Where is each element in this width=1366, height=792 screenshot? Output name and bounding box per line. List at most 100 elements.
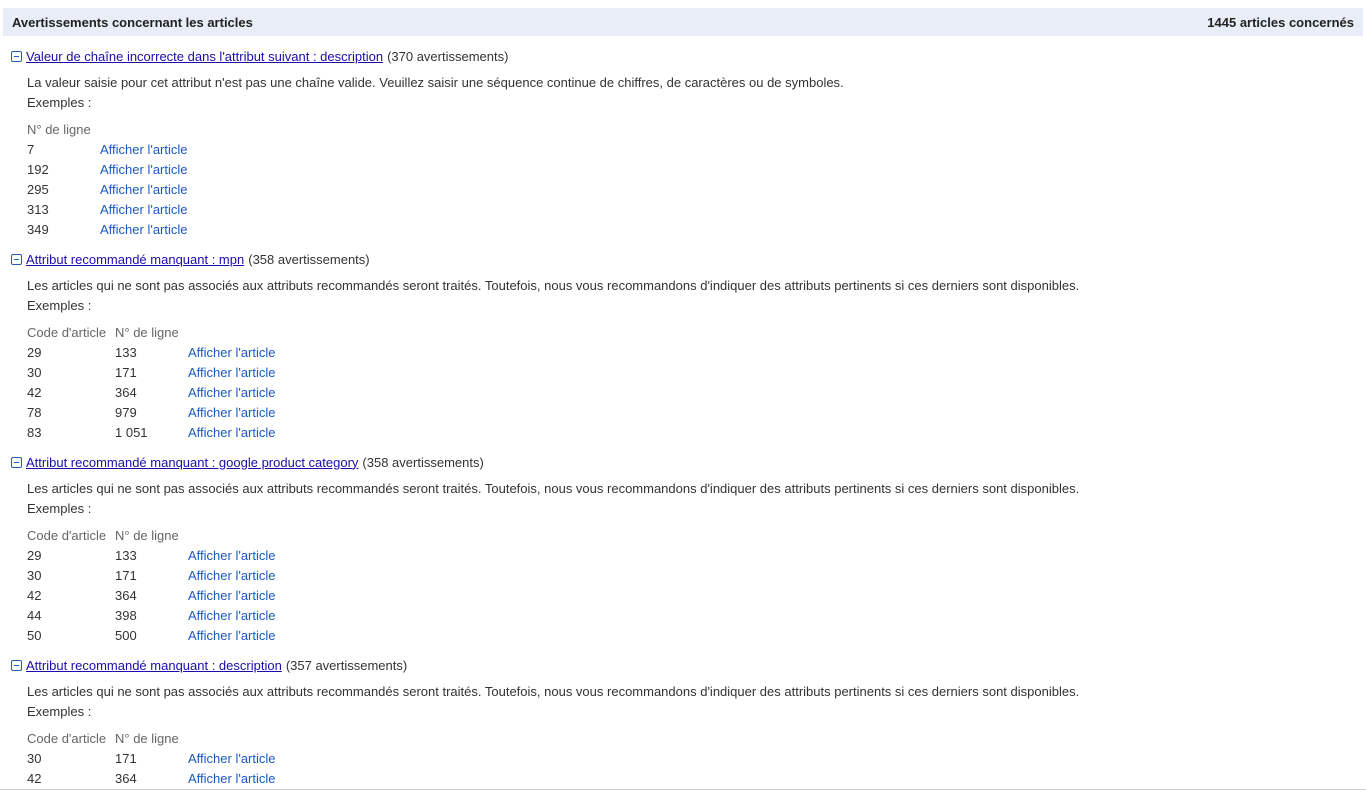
warning-title-link[interactable]: Attribut recommandé manquant : descripti…: [26, 658, 282, 673]
warning-description: Les articles qui ne sont pas associés au…: [27, 684, 1080, 699]
view-item-link[interactable]: Afficher l'article: [188, 345, 276, 360]
warning-description: Les articles qui ne sont pas associés au…: [27, 481, 1080, 496]
examples-label: Exemples :: [27, 501, 92, 516]
examples-label: Exemples :: [27, 298, 92, 313]
line-number: 171: [115, 364, 137, 380]
table-row: 42 364 Afficher l'article: [27, 382, 276, 402]
table-row: 44 398 Afficher l'article: [27, 605, 276, 625]
table-row: 7 Afficher l'article: [27, 139, 188, 159]
table-row: 78 979 Afficher l'article: [27, 402, 276, 422]
table-row: 192 Afficher l'article: [27, 159, 188, 179]
collapse-minus-icon[interactable]: [11, 659, 22, 671]
line-number: 133: [115, 547, 137, 563]
column-header-line-number: N° de ligne: [115, 527, 179, 543]
warning-description: La valeur saisie pour cet attribut n'est…: [27, 75, 844, 90]
view-item-link[interactable]: Afficher l'article: [100, 222, 188, 237]
table-row: 30 171 Afficher l'article: [27, 565, 276, 585]
table-header-row: N° de ligne: [27, 119, 188, 139]
table-row: 29 133 Afficher l'article: [27, 545, 276, 565]
view-item-link[interactable]: Afficher l'article: [100, 182, 188, 197]
examples-table: Code d'article N° de ligne 29 133 Affich…: [27, 525, 276, 645]
table-row: 30 171 Afficher l'article: [27, 362, 276, 382]
column-header-line-number: N° de ligne: [27, 121, 91, 137]
warning-description: Les articles qui ne sont pas associés au…: [27, 278, 1080, 293]
table-header-row: Code d'article N° de ligne: [27, 728, 276, 748]
column-header-item-code: Code d'article: [27, 324, 107, 340]
examples-label: Exemples :: [27, 95, 92, 110]
item-code: 29: [27, 547, 42, 563]
warnings-header: Avertissements concernant les articles 1…: [3, 8, 1363, 36]
table-row: 42 364 Afficher l'article: [27, 585, 276, 605]
item-code: 30: [27, 567, 42, 583]
line-number: 364: [115, 587, 137, 603]
examples-table: Code d'article N° de ligne 29 133 Affich…: [27, 322, 276, 442]
view-item-link[interactable]: Afficher l'article: [100, 162, 188, 177]
examples-label: Exemples :: [27, 704, 92, 719]
warning-section: Valeur de chaîne incorrecte dans l'attri…: [0, 46, 1366, 239]
line-number: 349: [27, 221, 49, 237]
line-number: 133: [115, 344, 137, 360]
view-item-link[interactable]: Afficher l'article: [188, 365, 276, 380]
line-number: 364: [115, 770, 137, 786]
line-number: 171: [115, 567, 137, 583]
bottom-divider: [0, 789, 1366, 790]
line-number: 7: [27, 141, 35, 157]
view-item-link[interactable]: Afficher l'article: [100, 202, 188, 217]
view-item-link[interactable]: Afficher l'article: [100, 142, 188, 157]
table-row: 42 364 Afficher l'article: [27, 768, 276, 788]
warning-section: Attribut recommandé manquant : descripti…: [0, 655, 1366, 788]
line-number: 313: [27, 201, 49, 217]
warning-count: (358 avertissements): [248, 251, 370, 267]
item-code: 42: [27, 587, 42, 603]
warning-title-link[interactable]: Attribut recommandé manquant : google pr…: [26, 455, 358, 470]
view-item-link[interactable]: Afficher l'article: [188, 385, 276, 400]
line-number: 979: [115, 404, 137, 420]
table-row: 30 171 Afficher l'article: [27, 748, 276, 768]
line-number: 1 051: [115, 424, 148, 440]
item-code: 78: [27, 404, 42, 420]
line-number: 171: [115, 750, 137, 766]
view-item-link[interactable]: Afficher l'article: [188, 751, 276, 766]
view-item-link[interactable]: Afficher l'article: [188, 608, 276, 623]
item-code: 44: [27, 607, 42, 623]
affected-items-count: 1445 articles concernés: [1207, 14, 1354, 30]
warning-section-header: Attribut recommandé manquant : google pr…: [0, 452, 1366, 472]
column-header-item-code: Code d'article: [27, 527, 107, 543]
item-code: 29: [27, 344, 42, 360]
warning-title-link[interactable]: Valeur de chaîne incorrecte dans l'attri…: [26, 49, 383, 64]
view-item-link[interactable]: Afficher l'article: [188, 425, 276, 440]
warning-title-link[interactable]: Attribut recommandé manquant : mpn: [26, 252, 244, 267]
warning-count: (358 avertissements): [362, 454, 484, 470]
view-item-link[interactable]: Afficher l'article: [188, 588, 276, 603]
column-header-line-number: N° de ligne: [115, 730, 179, 746]
item-code: 50: [27, 627, 42, 643]
line-number: 500: [115, 627, 137, 643]
item-code: 42: [27, 770, 42, 786]
collapse-minus-icon[interactable]: [11, 50, 22, 62]
column-header-action: [188, 322, 276, 342]
examples-table: Code d'article N° de ligne 30 171 Affich…: [27, 728, 276, 788]
item-code: 83: [27, 424, 42, 440]
line-number: 398: [115, 607, 137, 623]
examples-table: N° de ligne 7 Afficher l'article 192 Aff…: [27, 119, 188, 239]
table-row: 29 133 Afficher l'article: [27, 342, 276, 362]
table-row: 349 Afficher l'article: [27, 219, 188, 239]
table-header-row: Code d'article N° de ligne: [27, 322, 276, 342]
view-item-link[interactable]: Afficher l'article: [188, 771, 276, 786]
column-header-item-code: Code d'article: [27, 730, 107, 746]
line-number: 295: [27, 181, 49, 197]
collapse-minus-icon[interactable]: [11, 253, 22, 265]
warnings-list: Valeur de chaîne incorrecte dans l'attri…: [0, 36, 1366, 790]
view-item-link[interactable]: Afficher l'article: [188, 548, 276, 563]
warning-count: (357 avertissements): [285, 657, 408, 673]
view-item-link[interactable]: Afficher l'article: [188, 568, 276, 583]
warning-section-header: Attribut recommandé manquant : descripti…: [0, 655, 1366, 675]
column-header-action: [188, 525, 276, 545]
collapse-minus-icon[interactable]: [11, 456, 22, 468]
table-row: 295 Afficher l'article: [27, 179, 188, 199]
warning-section-header: Attribut recommandé manquant : mpn (358 …: [0, 249, 1366, 269]
line-number: 192: [27, 161, 49, 177]
view-item-link[interactable]: Afficher l'article: [188, 628, 276, 643]
view-item-link[interactable]: Afficher l'article: [188, 405, 276, 420]
warning-count: (370 avertissements): [387, 48, 509, 64]
